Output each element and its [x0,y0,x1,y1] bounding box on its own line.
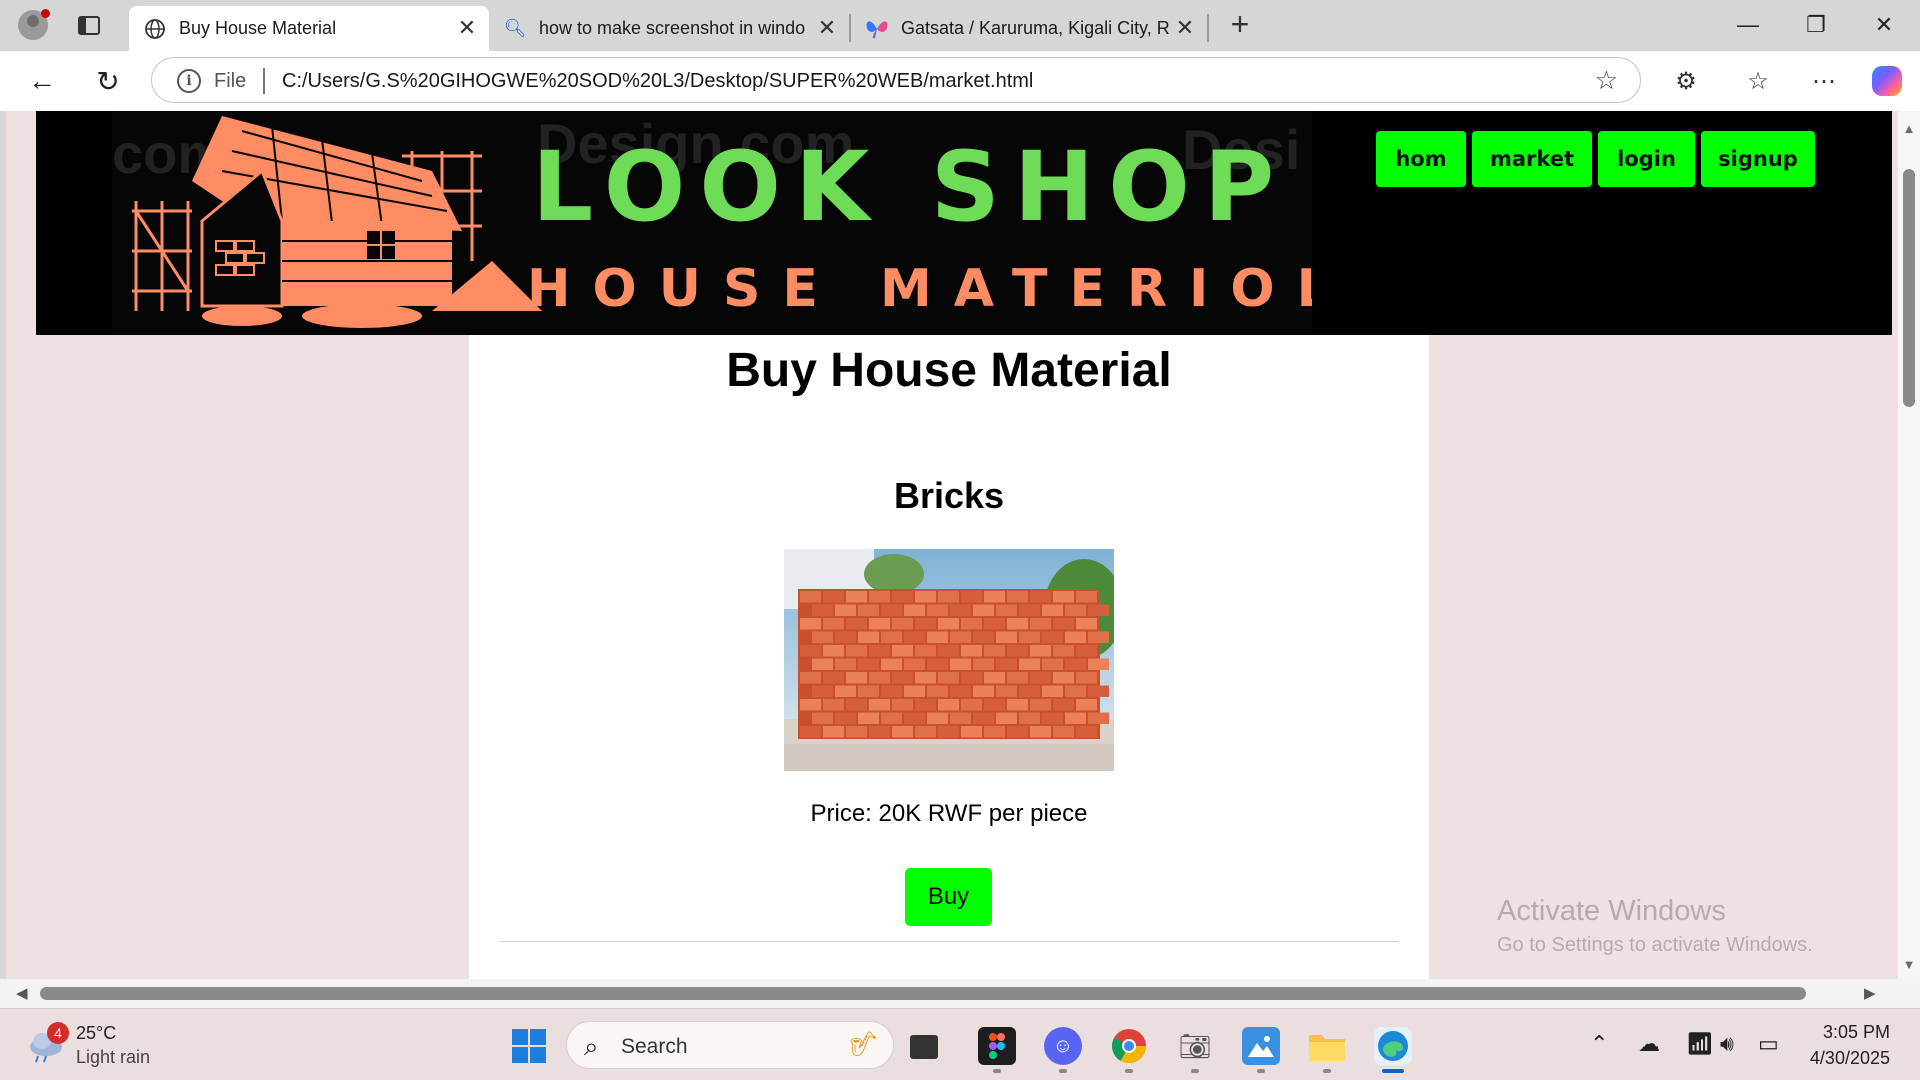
activate-title: Activate Windows [1497,895,1726,927]
vertical-scroll-thumb[interactable] [1903,169,1915,407]
tab-map[interactable]: Gatsata / Karuruma, Kigali City, Rw ✕ [851,6,1207,51]
info-icon[interactable]: i [177,69,201,93]
tab-title: Buy House Material [179,18,337,38]
volume-icon[interactable]: 🔊︎ [1720,1031,1734,1057]
favorites-icon[interactable]: ☆ [1740,63,1776,99]
tab-search[interactable]: 🔍︎ how to make screenshot in windo ✕ [489,6,849,51]
product-price: Price: 20K RWF per piece [810,800,1088,827]
globe-icon [143,17,167,41]
nav-market-button[interactable]: market [1472,131,1592,187]
vertical-scrollbar[interactable]: ▲ ▼ [1898,111,1920,979]
taskbar-search[interactable]: ⌕ Search 🎷︎ [566,1021,894,1069]
scroll-down-arrow-icon[interactable]: ▼ [1902,957,1916,972]
copilot-icon[interactable] [1872,66,1902,96]
tab-strip: Buy House Material ✕ 🔍︎ how to make scre… [0,0,1920,51]
weather-temperature[interactable]: 25°C [76,1023,116,1044]
divider-line [499,941,1399,942]
url-text[interactable]: C:/Users/G.S%20GIHOGWE%20SOD%20L3/Deskto… [282,70,1033,93]
close-tab-icon[interactable]: ✕ [1173,15,1197,40]
tab-title: how to make screenshot in windo [539,18,806,38]
butterfly-icon [865,17,889,41]
windows-start-icon[interactable] [510,1027,548,1065]
house-logo-icon [132,116,542,328]
search-icon: 🔍︎ [503,18,527,38]
page-title: Buy House Material [726,344,1172,397]
tab-actions-icon[interactable] [78,16,100,35]
file-explorer-icon[interactable] [1308,1027,1346,1065]
horizontal-scroll-thumb[interactable] [40,987,1806,1000]
activate-subtitle: Go to Settings to activate Windows. [1497,934,1813,956]
clock-time: 3:05 PM [1822,1022,1890,1042]
tab-buy-house-material[interactable]: Buy House Material ✕ [129,6,489,51]
running-indicator [1059,1069,1067,1073]
bricks-image [784,549,1114,771]
back-button[interactable]: ← [24,63,60,99]
close-tab-icon[interactable]: ✕ [815,15,839,40]
close-tab-icon[interactable]: ✕ [455,15,479,40]
main-content: Buy House Material Bricks Price: 20K RWF… [469,335,1429,979]
divider [263,68,265,94]
minimize-button[interactable]: — [1716,6,1780,44]
address-bar-row: ← ↻ i File C:/Users/G.S%20GIHOGWE%20SOD%… [0,51,1920,111]
page-viewport: com Design.com Desi LOOK SHOP HOUSE MATE… [0,111,1920,979]
refresh-button[interactable]: ↻ [90,63,126,99]
running-indicator [1323,1069,1331,1073]
scheme-label: File [214,70,247,92]
photos-icon[interactable] [1242,1027,1280,1065]
brick-pattern [800,591,1109,738]
restore-button[interactable]: ❐ [1784,6,1848,44]
running-indicator [1257,1069,1265,1073]
address-bar[interactable]: i File C:/Users/G.S%20GIHOGWE%20SOD%20L3… [151,57,1641,103]
onedrive-icon[interactable]: ☁ [1638,1031,1660,1057]
site-header: com Design.com Desi LOOK SHOP HOUSE MATE… [36,111,1892,335]
horizontal-scrollbar[interactable]: ◀ ▶ [0,979,1920,1008]
battery-icon[interactable]: ▭ [1758,1031,1779,1057]
weather-badge: 4 [47,1022,69,1044]
activate-windows-watermark: Activate Windows Go to Settings to activ… [1497,895,1813,957]
nav-login-button[interactable]: login [1598,131,1695,187]
new-tab-button[interactable]: + [1225,8,1255,40]
scroll-up-arrow-icon[interactable]: ▲ [1902,121,1916,136]
wifi-icon[interactable]: 📶︎ [1686,1031,1714,1057]
chrome-icon[interactable] [1110,1027,1148,1065]
figma-icon[interactable] [978,1027,1016,1065]
extensions-icon[interactable]: ⚙ [1668,63,1704,99]
tab-title: Gatsata / Karuruma, Kigali City, Rw [901,18,1169,38]
discord-icon[interactable]: ☺ [1044,1027,1082,1065]
favorite-star-icon[interactable]: ☆ [1595,65,1618,96]
close-window-button[interactable]: ✕ [1852,6,1916,44]
taskbar: 4 25°C Light rain ⌕ Search 🎷︎ ☺ 📷︎ ⌃ ☁ 📶… [0,1008,1920,1080]
brand-subtitle: HOUSE MATERIOL [527,259,1312,319]
buy-button[interactable]: Buy [905,868,992,926]
site-banner: com Design.com Desi LOOK SHOP HOUSE MATE… [112,111,1312,335]
running-indicator [1191,1069,1199,1073]
brand-title: LOOK SHOP [532,131,1289,243]
system-clock[interactable]: 3:05 PM 4/30/2025 [1810,1019,1890,1071]
nav-home-button[interactable]: hom [1376,131,1466,187]
running-indicator [993,1069,1001,1073]
camera-icon[interactable]: 📷︎ [1176,1027,1214,1065]
clock-date: 4/30/2025 [1809,1048,1890,1068]
nav-signup-button[interactable]: signup [1701,131,1815,187]
left-edge [0,111,6,979]
scroll-right-arrow-icon[interactable]: ▶ [1864,984,1876,1002]
product-name: Bricks [893,475,1005,516]
search-icon: ⌕ [584,1031,599,1061]
task-view-icon[interactable] [910,1035,938,1059]
scroll-left-arrow-icon[interactable]: ◀ [16,984,28,1002]
weather-description[interactable]: Light rain [76,1047,150,1068]
profile-notification-dot [41,9,50,18]
search-highlight-icon: 🎷︎ [848,1031,879,1058]
show-hidden-icons-icon[interactable]: ⌃ [1590,1031,1608,1057]
search-placeholder: Search [621,1035,688,1058]
running-indicator [1125,1069,1133,1073]
site-nav: hom market login signup [1376,131,1815,187]
edge-icon[interactable] [1374,1027,1412,1065]
active-app-indicator [1382,1069,1404,1073]
more-menu-icon[interactable]: ⋯ [1806,63,1842,99]
tab-separator [1207,14,1209,42]
